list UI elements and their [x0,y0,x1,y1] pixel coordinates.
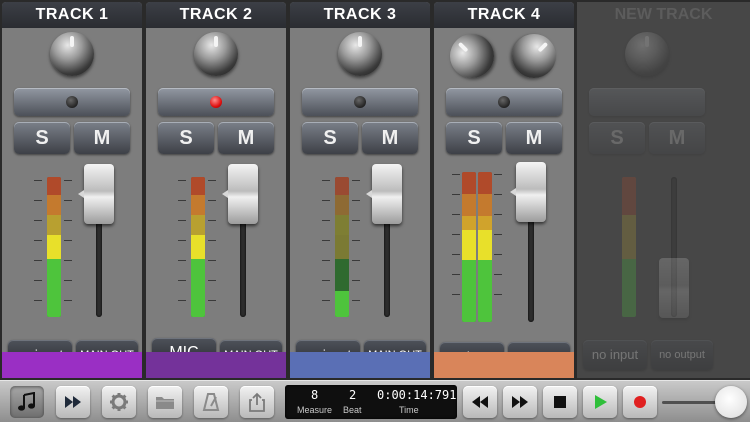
volume-fader-handle[interactable] [228,164,258,224]
gear-icon [110,393,128,411]
share-button[interactable] [240,386,274,418]
beat-label: Beat [343,405,362,415]
play-button[interactable] [583,386,617,418]
fader-pointer-icon [510,188,516,196]
input-selector: no input [583,340,647,370]
bottom-toolbar: 8 2 0:00:14:791 Measure Beat Time [0,380,750,422]
solo-button[interactable]: S [302,122,358,154]
solo-button: S [589,122,645,154]
pan-knob[interactable] [50,32,94,76]
record-arm-button[interactable] [302,88,418,116]
pan-knob[interactable] [338,32,382,76]
record-button[interactable] [623,386,657,418]
record-arm-button[interactable] [158,88,274,116]
new-track-strip[interactable]: NEW TRACK S M no input no output [577,2,750,378]
record-arm-button[interactable] [14,88,130,116]
volume-fader-handle[interactable] [372,164,402,224]
record-led-icon [210,96,222,108]
level-meter [622,177,636,317]
stop-button[interactable] [543,386,577,418]
volume-fader-handle[interactable] [516,162,546,222]
settings-button[interactable] [102,386,136,418]
measure-label: Measure [297,405,333,415]
record-arm-button[interactable] [446,88,562,116]
time-label: Time [399,405,419,415]
fader-pointer-icon [222,190,228,198]
track-color-bar [434,352,574,378]
track-title: TRACK 2 [146,2,286,28]
share-icon [249,392,265,412]
files-button[interactable] [148,386,182,418]
pan-knob[interactable] [194,32,238,76]
stop-icon [554,396,566,408]
track-title: TRACK 1 [2,2,142,28]
mute-button[interactable]: M [218,122,274,154]
track-strip-1: TRACK 1 S M no input MAIN OUT [2,2,142,378]
rewind-button[interactable] [463,386,497,418]
pan-left-knob[interactable] [440,24,504,88]
time-value: 0:00:14:791 [377,388,457,402]
level-meter-left [462,172,476,322]
volume-fader-handle[interactable] [84,164,114,224]
metronome-button[interactable] [194,386,228,418]
record-led-icon [66,96,78,108]
record-icon [634,396,646,408]
beat-value: 2 [349,388,357,402]
track-title: TRACK 4 [434,2,574,28]
level-meter [191,177,205,317]
mute-button[interactable]: M [74,122,130,154]
solo-button[interactable]: S [14,122,70,154]
track-title: TRACK 3 [290,2,430,28]
forward-button[interactable] [503,386,537,418]
solo-button[interactable]: S [158,122,214,154]
folder-icon [156,397,174,409]
mixer-app: TRACK 1 S M no input MAIN OUT TRACK 2 S … [0,0,750,422]
volume-fader-handle [659,258,689,318]
fast-forward-icon [65,396,81,408]
music-note-icon [18,392,35,411]
track-strip-2: TRACK 2 S M MIC MAIN OUT [146,2,286,378]
output-selector: no output [651,340,713,370]
track-color-bar [290,352,430,378]
fader-pointer-icon [78,190,84,198]
track-color-bar [2,352,142,378]
track-strip-3: TRACK 3 S M no input MAIN OUT [290,2,430,378]
mute-button: M [649,122,705,154]
meter-scale [452,174,502,324]
rewind-icon [472,396,488,408]
fader-pointer-icon [366,190,372,198]
record-arm-button [589,88,705,116]
record-led-icon [498,96,510,108]
fast-forward-button[interactable] [56,386,90,418]
record-led-icon [354,96,366,108]
level-meter [47,177,61,317]
metronome-icon [202,393,220,411]
pan-knob [625,32,669,76]
new-track-title: NEW TRACK [614,6,713,23]
measure-value: 8 [311,388,319,402]
level-meter [335,177,349,317]
pan-right-knob[interactable] [502,24,566,88]
track-color-bar [146,352,286,378]
mute-button[interactable]: M [506,122,562,154]
mixer-view-button[interactable] [10,386,44,418]
solo-button[interactable]: S [446,122,502,154]
transport-display: 8 2 0:00:14:791 Measure Beat Time [285,385,457,419]
fast-forward-icon [512,396,528,408]
master-volume-thumb[interactable] [715,386,747,418]
level-meter-right [478,172,492,322]
play-icon [595,395,607,409]
mute-button[interactable]: M [362,122,418,154]
track-strip-4: TRACK 4 S M no input MAIN OUT [434,2,574,378]
